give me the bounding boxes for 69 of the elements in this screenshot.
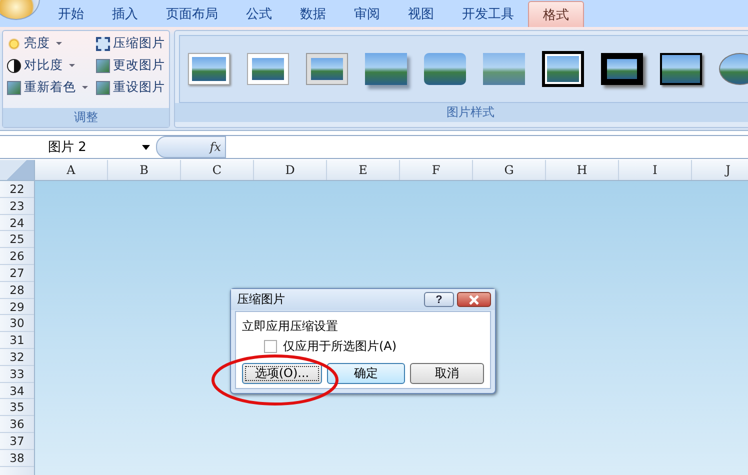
picture-style-thumbnail[interactable] [483, 53, 525, 85]
column-header[interactable]: H [546, 160, 619, 180]
row-header[interactable]: 22 [0, 181, 34, 198]
ribbon-command[interactable]: 压缩图片 [96, 34, 165, 53]
ribbon-tab[interactable]: 视图 [394, 1, 448, 27]
dropdown-caret-icon [69, 64, 75, 67]
ribbon-tab[interactable]: 公式 [232, 1, 286, 27]
section-heading: 立即应用压缩设置 [242, 318, 339, 335]
ribbon-command[interactable]: 重新着色 [7, 78, 88, 97]
dialog-button[interactable]: 取消 [410, 363, 484, 384]
row-header[interactable]: 30 [0, 315, 34, 332]
column-header[interactable]: I [619, 160, 692, 180]
row-header[interactable]: 31 [0, 332, 34, 349]
ribbon-tab[interactable]: 审阅 [340, 1, 394, 27]
row-header[interactable]: 37 [0, 432, 34, 450]
name-box[interactable]: 图片 2 [0, 136, 156, 158]
column-header[interactable]: C [181, 160, 254, 180]
picture-style-thumbnail[interactable] [188, 53, 230, 85]
ribbon-tab[interactable]: 开发工具 [448, 1, 528, 27]
picture-style-thumbnail[interactable] [542, 51, 584, 87]
dropdown-caret-icon [56, 42, 62, 45]
picture-style-thumbnail[interactable] [306, 53, 348, 85]
dialog-button[interactable]: 确定 [327, 363, 405, 384]
ribbon-command[interactable]: 更改图片 [96, 56, 165, 75]
row-header[interactable]: 32 [0, 348, 34, 366]
group-label: 图片样式 [175, 103, 748, 122]
column-header[interactable]: J [692, 160, 748, 180]
checkbox-option[interactable]: 仅应用于所选图片(A) [264, 338, 484, 355]
ribbon-tab[interactable]: 格式 [528, 1, 584, 27]
picture-style-thumbnail[interactable] [660, 53, 702, 85]
row-header[interactable]: 38 [0, 450, 34, 467]
picture-style-thumbnail[interactable] [424, 53, 466, 85]
row-header[interactable]: 24 [0, 214, 34, 232]
dropdown-caret-icon[interactable] [142, 144, 150, 150]
row-header[interactable]: 35 [0, 399, 34, 416]
column-header[interactable]: A [35, 160, 108, 180]
row-header[interactable]: 33 [0, 366, 34, 383]
row-header[interactable]: 34 [0, 382, 34, 400]
column-header[interactable]: E [327, 160, 400, 180]
row-header[interactable]: 29 [0, 298, 34, 316]
checkbox[interactable] [264, 340, 277, 353]
picture-style-thumbnail[interactable] [365, 53, 407, 85]
row-header[interactable]: 28 [0, 282, 34, 299]
column-header[interactable]: F [400, 160, 473, 180]
help-button[interactable]: ? [424, 292, 454, 307]
ribbon-tab[interactable]: 页面布局 [152, 1, 232, 27]
dialog-title: 压缩图片 [237, 291, 285, 308]
row-header[interactable]: 26 [0, 248, 34, 265]
row-header[interactable]: 36 [0, 416, 34, 433]
ribbon-tab[interactable]: 开始 [44, 1, 98, 27]
row-header[interactable]: 27 [0, 264, 34, 282]
row-header[interactable]: 23 [0, 198, 34, 215]
ribbon-command[interactable]: 对比度 [7, 56, 88, 75]
ribbon-tab[interactable]: 数据 [286, 1, 340, 27]
row-header[interactable]: 25 [0, 231, 34, 248]
close-icon [467, 294, 481, 304]
picture-style-thumbnail[interactable] [601, 53, 643, 85]
picture-style-thumbnail[interactable] [247, 53, 289, 85]
dialog-button[interactable]: 选项(O)... [242, 363, 322, 384]
column-header[interactable]: B [108, 160, 181, 180]
ribbon-command[interactable]: 重设图片 [96, 78, 165, 97]
ribbon-command[interactable]: 亮度 [7, 34, 88, 53]
dropdown-caret-icon [82, 86, 88, 89]
insert-function-button[interactable]: fx [156, 136, 226, 158]
ribbon-tab[interactable]: 插入 [98, 1, 152, 27]
close-button[interactable] [457, 292, 491, 307]
group-label: 调整 [3, 108, 169, 127]
column-header[interactable]: D [254, 160, 327, 180]
column-header[interactable]: G [473, 160, 546, 180]
